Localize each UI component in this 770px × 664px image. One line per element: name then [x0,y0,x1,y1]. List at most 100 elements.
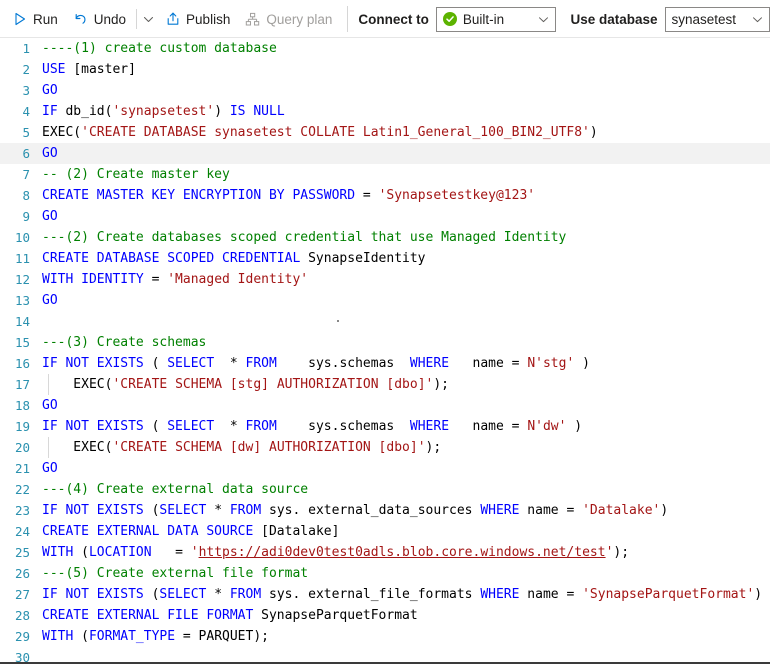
line-number: 23 [14,503,30,518]
code-token: 'CREATE DATABASE synasetest COLLATE Lati… [81,125,590,140]
code-token: WITH [42,629,82,644]
code-token: CREATE MASTER KEY ENCRYPTION BY PASSWORD [42,188,363,203]
code-token: ) [574,356,590,371]
query-plan-button[interactable]: Query plan [237,5,339,33]
code-line[interactable]: 18 GO [0,395,770,416]
code-token: WHERE [480,587,528,602]
code-line[interactable]: 24 CREATE EXTERNAL DATA SOURCE [Datalake] [0,521,770,542]
code-token: ( [81,545,89,560]
sql-script-editor-window: Run Undo Publish Query plan Connect to B… [0,0,770,664]
code-line[interactable]: 20 EXEC('CREATE SCHEMA [dw] AUTHORIZATIO… [0,437,770,458]
code-token: EXEC( [42,125,82,140]
code-token: SynapseParquetFormat [261,608,418,623]
code-line[interactable]: 17 EXEC('CREATE SCHEMA [stg] AUTHORIZATI… [0,374,770,395]
code-token: USE [42,62,74,77]
code-line[interactable]: 28 CREATE EXTERNAL FILE FORMAT SynapsePar… [0,605,770,626]
code-token: ( [151,356,168,371]
code-token: GO [42,461,58,476]
code-line[interactable]: 14 [0,311,770,332]
query-plan-hierarchy-icon [244,11,261,28]
use-database-value: synasetest [671,11,737,27]
code-line[interactable]: 1 ----(1) create custom database [0,38,770,59]
code-line[interactable]: 16 IF NOT EXISTS ( SELECT * FROM sys.sche… [0,353,770,374]
connect-to-dropdown[interactable]: Built-in [435,6,557,32]
line-number: 21 [14,461,30,476]
code-token: ' [190,545,199,560]
code-token: IS NULL [229,104,285,119]
code-line[interactable]: 12 WITH IDENTITY = 'Managed Identity' [0,269,770,290]
code-token: GO [42,83,58,98]
code-token: = [151,545,191,560]
code-line[interactable]: 4 IF db_id('synapsetest') IS NULL [0,101,770,122]
line-number: 15 [14,335,30,350]
code-line[interactable]: 23 IF NOT EXISTS (SELECT * FROM sys. exte… [0,500,770,521]
connect-to-label: Connect to [358,11,429,27]
code-line[interactable]: 26 ---(5) Create external file format [0,563,770,584]
code-token: -- (2) Create master key [42,167,230,182]
publish-button[interactable]: Publish [157,5,237,33]
code-token: PARQUET); [198,629,269,644]
code-token: sys.schemas [276,356,410,371]
code-line[interactable]: 29 WITH (FORMAT_TYPE = PARQUET); [0,626,770,647]
code-line[interactable]: 2 USE [master] [0,59,770,80]
code-line[interactable]: 15 ---(3) Create schemas [0,332,770,353]
code-line[interactable]: 19 IF NOT EXISTS ( SELECT * FROM sys.sche… [0,416,770,437]
code-line[interactable]: 13 GO [0,290,770,311]
code-line[interactable]: 9 GO [0,206,770,227]
code-line-text: CREATE EXTERNAL FILE FORMAT SynapseParqu… [30,605,418,626]
play-triangle-icon [11,11,28,28]
line-number: 14 [14,314,30,329]
code-line-text: EXEC('CREATE SCHEMA [stg] AUTHORIZATION … [30,374,449,395]
sql-code-editor[interactable]: 1 ----(1) create custom database 2 USE [mas… [0,38,770,664]
code-line[interactable]: 11 CREATE DATABASE SCOPED CREDENTIAL Syna… [0,248,770,269]
code-line-text: ---(2) Create databases scoped credentia… [30,227,566,248]
code-token: ( [81,629,89,644]
use-database-dropdown[interactable]: synasetest [664,6,770,32]
code-line[interactable]: 3 GO [0,80,770,101]
whitespace-dot-marker [337,320,339,322]
run-button[interactable]: Run [4,5,65,33]
code-line-text: -- (2) Create master key [30,164,230,185]
code-token: ); [425,440,442,455]
line-number: 11 [14,251,30,266]
code-line[interactable]: 25 WITH (LOCATION = 'https://adi0dev0test… [0,542,770,563]
line-number: 4 [22,104,30,119]
undo-button[interactable]: Undo [65,5,133,33]
line-number: 3 [22,83,30,98]
code-token: LOCATION [88,545,152,560]
code-token: SynapseIdentity [308,251,426,266]
code-token: 'synapsetest' [112,104,215,119]
line-number: 20 [14,440,30,455]
code-token: = [151,272,168,287]
code-token: = [511,356,528,371]
code-line[interactable]: 5 EXEC('CREATE DATABASE synasetest COLLAT… [0,122,770,143]
line-number: 29 [14,629,30,644]
code-line[interactable]: 10 ---(2) Create databases scoped credent… [0,227,770,248]
code-token: GO [42,293,58,308]
code-token: name [527,503,567,518]
code-line[interactable]: 8 CREATE MASTER KEY ENCRYPTION BY PASSWOR… [0,185,770,206]
code-token: EXEC( [42,440,113,455]
code-token: sys. external_data_sources [269,503,481,518]
code-token: FROM [245,356,277,371]
code-token: GO [42,398,58,413]
code-line[interactable]: 6 GO [0,143,770,164]
code-line[interactable]: 21 GO [0,458,770,479]
code-token: WITH IDENTITY [42,272,152,287]
code-token: CREATE DATABASE SCOPED CREDENTIAL [42,251,309,266]
code-line[interactable]: 7 -- (2) Create master key [0,164,770,185]
code-token: * [222,419,246,434]
code-line[interactable]: 27 IF NOT EXISTS (SELECT * FROM sys. exte… [0,584,770,605]
code-token: sys.schemas [276,419,410,434]
code-token: 'Synapsetestkey@123' [378,188,536,203]
code-line[interactable]: 22 ---(4) Create external data source [0,479,770,500]
code-token: SELECT [167,419,223,434]
toolbar-separator-1 [136,9,138,29]
code-token: sys. external_file_formats [269,587,481,602]
use-database-label: Use database [570,11,658,27]
code-token: EXEC( [42,377,113,392]
code-token: name [527,587,567,602]
line-number: 16 [14,356,30,371]
undo-more-button[interactable] [140,5,157,33]
code-token: IF NOT EXISTS [42,419,152,434]
